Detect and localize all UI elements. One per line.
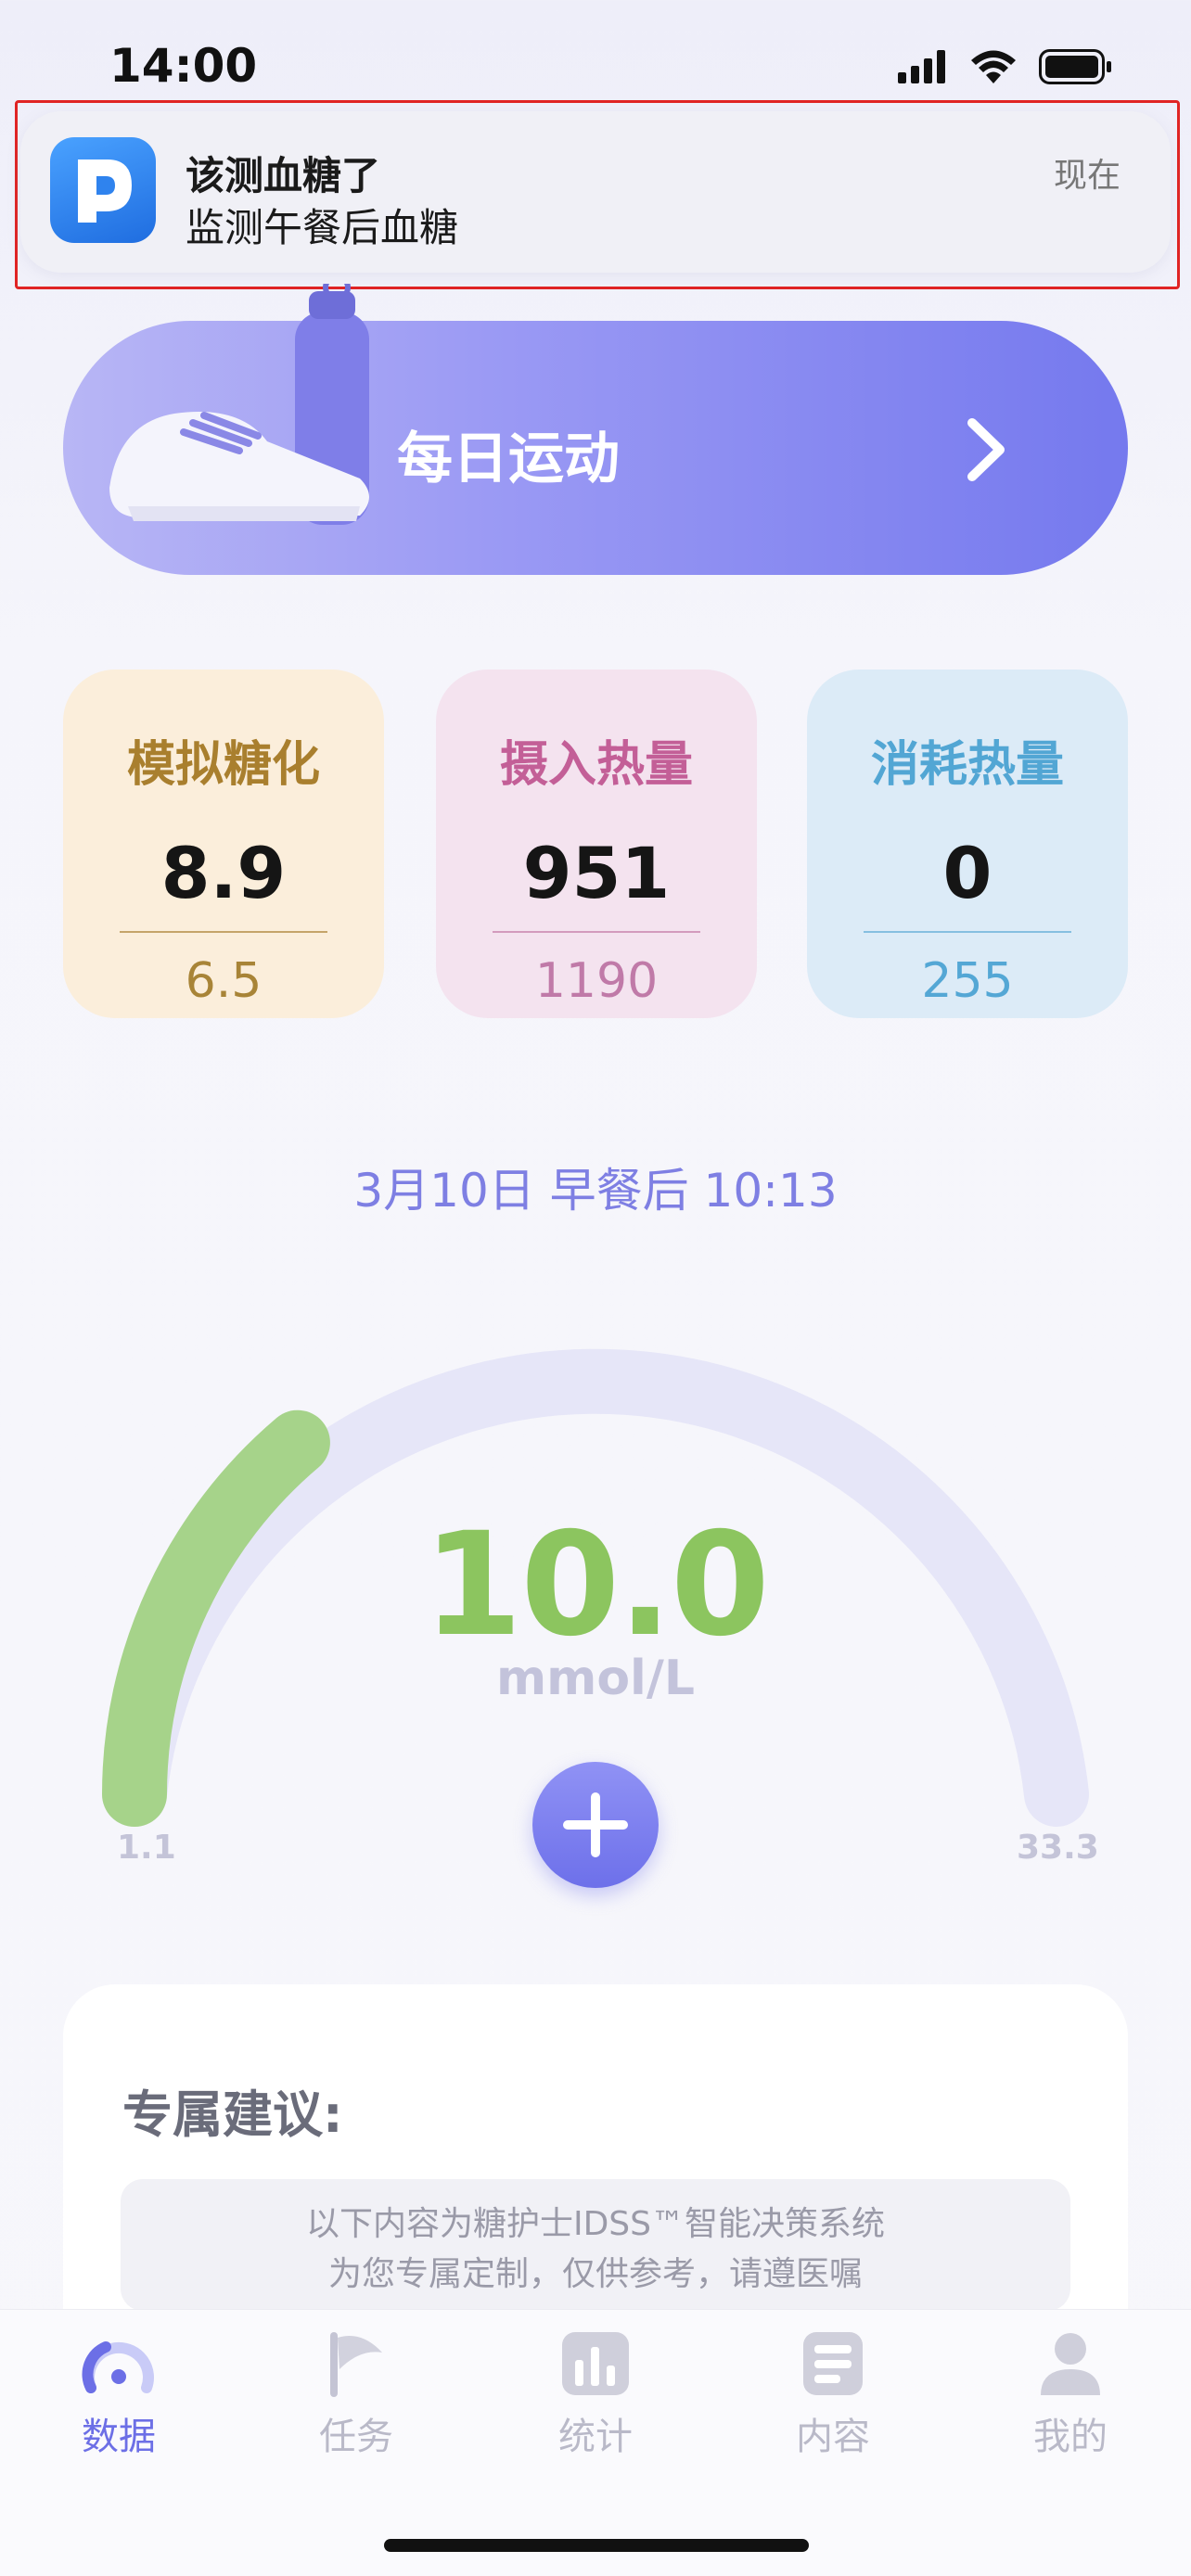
- advice-disclaimer: 以下内容为糖护士IDSS™智能决策系统 为您专属定制，仅供参考，请遵医嘱: [121, 2179, 1070, 2311]
- hba1c-value: 8.9: [160, 832, 287, 914]
- card-divider: [493, 931, 700, 933]
- home-indicator: [384, 2539, 809, 2552]
- calorie-burn-card[interactable]: 消耗热量 0 255: [807, 670, 1128, 1018]
- status-time: 14:00: [109, 39, 258, 93]
- hba1c-title: 模拟糖化: [126, 737, 320, 793]
- gauge-icon: [82, 2341, 154, 2393]
- tab-label: 统计: [558, 2416, 633, 2458]
- tab-content[interactable]: 内容: [749, 2330, 916, 2460]
- hba1c-card[interactable]: 模拟糖化 8.9 6.5: [63, 670, 384, 1018]
- add-reading-button[interactable]: [532, 1762, 659, 1888]
- calorie-intake-card[interactable]: 摄入热量 951 1190: [436, 670, 757, 1018]
- status-icons: [898, 48, 1113, 85]
- cellular-signal-icon: [898, 50, 945, 83]
- tab-bar: 数据 任务 统计 内容 我的: [0, 2309, 1191, 2576]
- glucose-value: 10.0: [423, 1502, 770, 1668]
- notification-body: 监测午餐后血糖: [186, 205, 459, 250]
- calorie-intake-value: 951: [522, 832, 671, 914]
- list-icon: [803, 2332, 863, 2395]
- card-divider: [120, 931, 327, 933]
- notification-time: 现在: [1053, 157, 1121, 195]
- sneaker-bottle-icon: [109, 284, 369, 525]
- tab-tasks[interactable]: 任务: [273, 2330, 440, 2460]
- calorie-burn-target: 255: [921, 953, 1014, 1009]
- tab-label: 内容: [796, 2416, 870, 2458]
- tab-data[interactable]: 数据: [35, 2330, 202, 2460]
- notification-banner[interactable]: 该测血糖了 监测午餐后血糖 现在: [20, 111, 1171, 273]
- glucose-unit: mmol/L: [495, 1651, 696, 1706]
- advice-note-line-1: 以下内容为糖护士IDSS™智能决策系统: [305, 2205, 886, 2243]
- bar-chart-icon: [562, 2332, 629, 2395]
- chevron-right-icon: [967, 418, 1005, 481]
- app-logo-icon: [50, 137, 156, 243]
- hba1c-target: 6.5: [185, 953, 263, 1009]
- notification-title: 该测血糖了: [186, 153, 381, 198]
- gauge-max-label: 33.3: [1017, 1829, 1099, 1867]
- tab-label: 数据: [82, 2416, 156, 2458]
- tab-me[interactable]: 我的: [987, 2330, 1154, 2460]
- gauge-min-label: 1.1: [117, 1829, 176, 1867]
- calorie-burn-title: 消耗热量: [870, 737, 1064, 793]
- calorie-intake-title: 摄入热量: [499, 737, 693, 793]
- reading-time-label: 3月10日 早餐后 10:13: [353, 1164, 838, 1218]
- advice-note-line-2: 为您专属定制，仅供参考，请遵医嘱: [327, 2255, 863, 2293]
- battery-icon: [1039, 49, 1111, 84]
- tab-label: 我的: [1033, 2416, 1108, 2458]
- person-icon: [1041, 2333, 1100, 2395]
- flag-icon: [330, 2332, 382, 2397]
- tab-statistics[interactable]: 统计: [512, 2330, 679, 2460]
- calorie-burn-value: 0: [942, 832, 992, 914]
- calorie-intake-target: 1190: [534, 953, 659, 1009]
- advice-title: 专属建议:: [122, 2085, 343, 2144]
- plus-icon: [563, 1792, 628, 1857]
- wifi-icon: [971, 50, 1016, 83]
- card-divider: [864, 931, 1071, 933]
- tab-label: 任务: [319, 2416, 393, 2458]
- daily-exercise-label: 每日运动: [397, 427, 620, 491]
- daily-exercise-button[interactable]: 每日运动: [63, 284, 1128, 575]
